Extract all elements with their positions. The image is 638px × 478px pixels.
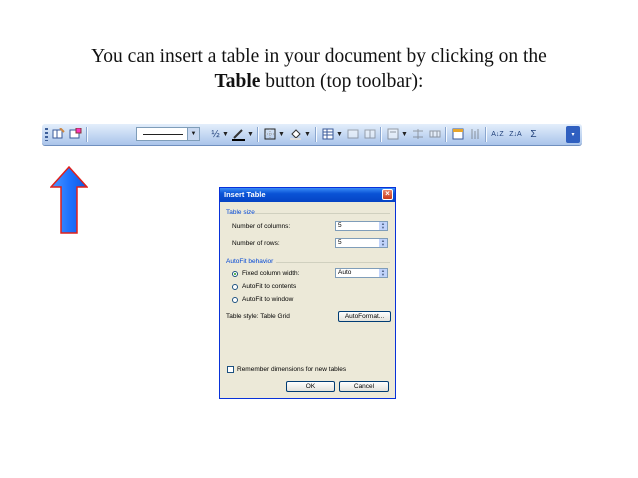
insert-table-dropdown[interactable]: ▼ bbox=[336, 127, 344, 141]
insert-table-icon[interactable] bbox=[320, 127, 335, 141]
remember-dimensions-label: Remember dimensions for new tables bbox=[237, 366, 347, 373]
outside-border-icon[interactable] bbox=[262, 127, 277, 141]
text-direction-icon[interactable] bbox=[467, 127, 482, 141]
autofit-window-label: AutoFit to window bbox=[242, 296, 294, 303]
border-color-dropdown[interactable]: ▼ bbox=[247, 127, 255, 141]
spin-arrows-icon[interactable]: ▲ ▼ bbox=[379, 239, 387, 247]
tables-borders-toolbar: ▼ ½ ▼ ▼ ▼ ▼ ▼ ▼ A↓Z Z↓A Σ ▾ bbox=[42, 124, 582, 145]
group-divider bbox=[276, 262, 390, 263]
rows-value: 5 bbox=[338, 239, 342, 246]
distribute-columns-icon[interactable] bbox=[427, 127, 442, 141]
table-size-group-label: Table size bbox=[226, 209, 255, 216]
autofit-contents-radio[interactable] bbox=[232, 284, 238, 290]
spin-arrows-icon[interactable]: ▲ ▼ bbox=[379, 269, 387, 277]
sort-descending-icon[interactable]: Z↓A bbox=[508, 127, 523, 141]
instruction-line-2-rest: button (top toolbar): bbox=[260, 71, 424, 92]
toolbar-options-icon[interactable]: ▾ bbox=[566, 126, 580, 143]
line-weight-dropdown[interactable]: ▼ bbox=[222, 127, 230, 141]
group-divider bbox=[254, 213, 390, 214]
table-style-label: Table style: Table Grid bbox=[226, 313, 290, 320]
border-color-icon[interactable] bbox=[231, 127, 246, 141]
table-autoformat-icon[interactable] bbox=[450, 127, 465, 141]
line-style-select[interactable]: ▼ bbox=[136, 127, 200, 141]
shading-dropdown[interactable]: ▼ bbox=[304, 127, 312, 141]
toolbar-separator bbox=[257, 127, 258, 142]
toolbar-separator bbox=[86, 127, 87, 142]
columns-label: Number of columns: bbox=[232, 223, 291, 230]
merge-cells-icon[interactable] bbox=[345, 127, 360, 141]
dialog-title: Insert Table bbox=[224, 190, 266, 199]
instruction-line-2: Table button (top toolbar): bbox=[0, 69, 638, 94]
toolbar-separator bbox=[380, 127, 381, 142]
ok-button[interactable]: OK bbox=[286, 381, 335, 392]
insert-table-dialog: Insert Table × Table size Number of colu… bbox=[219, 187, 396, 399]
line-weight-label: ½ bbox=[211, 128, 220, 140]
fixed-width-value: Auto bbox=[338, 269, 352, 276]
draw-table-icon[interactable] bbox=[51, 127, 66, 141]
split-cells-icon[interactable] bbox=[362, 127, 377, 141]
border-dropdown[interactable]: ▼ bbox=[278, 127, 286, 141]
chevron-down-icon[interactable]: ▼ bbox=[187, 128, 199, 140]
rows-label: Number of rows: bbox=[232, 240, 280, 247]
fixed-width-radio[interactable] bbox=[232, 271, 238, 277]
shading-color-icon[interactable] bbox=[288, 127, 303, 141]
instruction-line-1: You can insert a table in your document … bbox=[91, 46, 547, 67]
remember-dimensions-checkbox[interactable] bbox=[227, 366, 234, 373]
sort-ascending-label: A↓Z bbox=[491, 130, 504, 138]
columns-value: 5 bbox=[338, 222, 342, 229]
up-arrow-icon bbox=[50, 166, 88, 234]
dialog-titlebar[interactable]: Insert Table × bbox=[220, 188, 395, 202]
align-icon[interactable] bbox=[385, 127, 400, 141]
cancel-button[interactable]: Cancel bbox=[339, 381, 389, 392]
sort-descending-label: Z↓A bbox=[509, 130, 522, 138]
autofit-group-label: AutoFit behavior bbox=[226, 258, 274, 265]
line-weight-button[interactable]: ½ bbox=[208, 127, 223, 141]
toolbar-separator bbox=[315, 127, 316, 142]
table-word: Table bbox=[214, 71, 261, 92]
close-icon: × bbox=[385, 189, 390, 198]
eraser-icon[interactable] bbox=[68, 127, 83, 141]
instruction-text: You can insert a table in your document … bbox=[0, 44, 638, 94]
distribute-rows-icon[interactable] bbox=[410, 127, 425, 141]
autosum-label: Σ bbox=[530, 128, 537, 140]
rows-spinner[interactable]: 5 ▲ ▼ bbox=[335, 238, 388, 248]
fixed-width-spinner[interactable]: Auto ▲ ▼ bbox=[335, 268, 388, 278]
sort-ascending-icon[interactable]: A↓Z bbox=[490, 127, 505, 141]
toolbar-grip[interactable] bbox=[45, 128, 48, 141]
close-button[interactable]: × bbox=[382, 189, 393, 200]
autofit-window-radio[interactable] bbox=[232, 297, 238, 303]
align-dropdown[interactable]: ▼ bbox=[401, 127, 409, 141]
autoformat-button[interactable]: AutoFormat... bbox=[338, 311, 391, 322]
autosum-icon[interactable]: Σ bbox=[526, 127, 541, 141]
spin-arrows-icon[interactable]: ▲ ▼ bbox=[379, 222, 387, 230]
columns-spinner[interactable]: 5 ▲ ▼ bbox=[335, 221, 388, 231]
fixed-width-label: Fixed column width: bbox=[242, 270, 300, 277]
toolbar-separator bbox=[485, 127, 486, 142]
toolbar-separator bbox=[445, 127, 446, 142]
autofit-contents-label: AutoFit to contents bbox=[242, 283, 297, 290]
